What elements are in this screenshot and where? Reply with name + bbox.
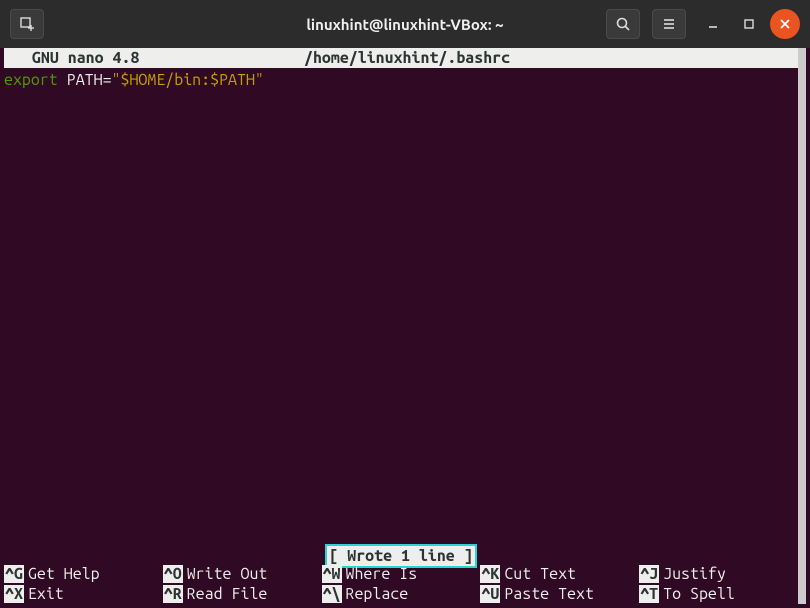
shortcut-key: ^X <box>4 585 24 603</box>
hamburger-icon <box>661 16 677 32</box>
shortcut-desc: Where Is <box>342 565 418 583</box>
terminal-plus-icon <box>19 16 35 32</box>
nano-file-path: /home/linuxhint/.bashrc <box>304 48 510 68</box>
shortcut-key: ^\ <box>322 585 342 603</box>
new-tab-button[interactable] <box>10 9 44 39</box>
variable-name: PATH= <box>67 71 112 89</box>
shortcut-key: ^T <box>639 585 659 603</box>
shortcut-desc: Justify <box>659 565 726 583</box>
maximize-button[interactable] <box>734 9 764 39</box>
shortcut-col: ^KCut Text ^UPaste Text <box>480 564 639 604</box>
close-icon <box>779 18 791 30</box>
shortcut-help: ^GGet Help ^XExit ^OWrite Out ^RRead Fil… <box>4 564 798 604</box>
shortcut-col: ^WWhere Is ^\Replace <box>322 564 481 604</box>
shortcut-key: ^G <box>4 565 24 583</box>
window-title: linuxhint@linuxhint-VBox: ~ <box>306 16 503 33</box>
menu-button[interactable] <box>652 9 686 39</box>
nano-footer: [ Wrote 1 line ] ^GGet Help ^XExit ^OWri… <box>4 544 798 604</box>
shortcut-desc: To Spell <box>659 585 735 603</box>
maximize-icon <box>743 18 755 30</box>
search-button[interactable] <box>606 9 640 39</box>
shortcut-desc: Read File <box>183 585 268 603</box>
shortcut-col: ^JJustify ^TTo Spell <box>639 564 798 604</box>
nano-app-label: GNU nano 4.8 <box>4 48 304 68</box>
shortcut-desc: Exit <box>24 585 64 603</box>
shortcut-desc: Replace <box>342 585 409 603</box>
nano-statusbar: GNU nano 4.8 /home/linuxhint/.bashrc <box>4 48 798 68</box>
minimize-button[interactable] <box>698 9 728 39</box>
shortcut-desc: Cut Text <box>500 565 576 583</box>
shortcut-key: ^U <box>480 585 500 603</box>
shortcut-desc: Get Help <box>24 565 100 583</box>
shortcut-key: ^R <box>163 585 183 603</box>
window-titlebar: linuxhint@linuxhint-VBox: ~ <box>0 0 810 48</box>
shortcut-col: ^GGet Help ^XExit <box>4 564 163 604</box>
terminal-body[interactable]: GNU nano 4.8 /home/linuxhint/.bashrc exp… <box>4 48 806 604</box>
minimize-icon <box>707 18 719 30</box>
shortcut-key: ^J <box>639 565 659 583</box>
shortcut-key: ^W <box>322 565 342 583</box>
shortcut-col: ^OWrite Out ^RRead File <box>163 564 322 604</box>
shortcut-desc: Write Out <box>183 565 268 583</box>
search-icon <box>615 16 631 32</box>
editor-area[interactable]: export PATH="$HOME/bin:$PATH" <box>4 68 798 92</box>
status-message-line: [ Wrote 1 line ] <box>4 544 798 564</box>
shortcut-key: ^O <box>163 565 183 583</box>
string-value: "$HOME/bin:$PATH" <box>112 71 264 89</box>
syntax-keyword: export <box>4 71 58 89</box>
shortcut-desc: Paste Text <box>500 585 594 603</box>
editor-line: export PATH="$HOME/bin:$PATH" <box>4 70 798 90</box>
close-button[interactable] <box>770 9 800 39</box>
shortcut-key: ^K <box>480 565 500 583</box>
